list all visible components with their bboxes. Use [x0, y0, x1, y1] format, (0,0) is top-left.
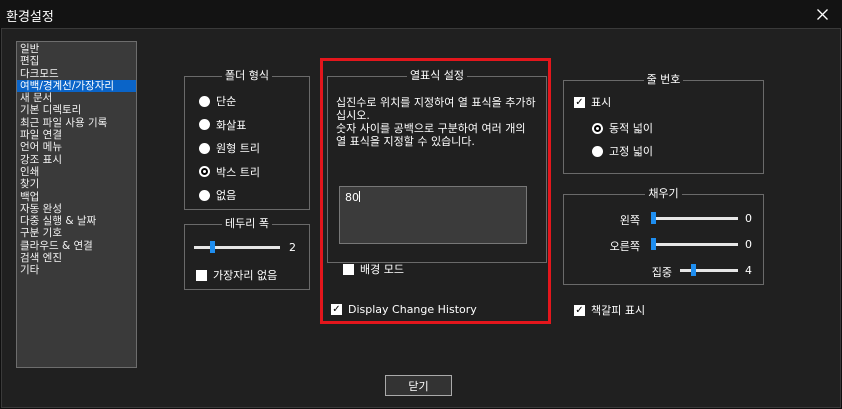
radio-button[interactable]: [199, 119, 210, 130]
radio-button[interactable]: [199, 166, 210, 177]
line-numbers-title: 줄 번호: [643, 73, 684, 86]
slider-track: [651, 217, 738, 220]
category-item[interactable]: 백업: [17, 191, 136, 203]
folder-style-option-label: 단순: [216, 95, 237, 108]
bookmark-label: 책갈피 표시: [591, 304, 646, 317]
category-item[interactable]: 새 문서: [17, 92, 136, 104]
radio-button[interactable]: [199, 189, 210, 201]
bookmark-checkbox-row[interactable]: ✓ 책갈피 표시: [574, 302, 645, 318]
no-edge-checkbox-row[interactable]: 가장자리 없음: [196, 267, 277, 283]
line-numbers-option-label: 고정 넓이: [609, 145, 653, 158]
radio-button[interactable]: [592, 122, 603, 134]
category-item[interactable]: 클라우드 & 연결: [17, 240, 136, 252]
category-item[interactable]: 기본 디렉토리: [17, 104, 136, 116]
folder-style-option[interactable]: 없음: [199, 187, 236, 203]
padding-left-label: 왼쪽: [619, 214, 640, 227]
slider-track: [194, 246, 280, 249]
slider-thumb[interactable]: [210, 241, 216, 253]
slider-track: [680, 269, 738, 272]
category-item[interactable]: 기타: [17, 264, 136, 276]
slider-thumb[interactable]: [690, 264, 696, 276]
no-edge-checkbox[interactable]: [196, 269, 207, 281]
line-numbers-show-label: 표시: [591, 96, 612, 109]
title-bar: 환경설정: [0, 0, 842, 28]
folder-style-option-label: 박스 트리: [216, 165, 260, 179]
category-item[interactable]: 검색 엔진: [17, 252, 136, 264]
category-item[interactable]: 다크모드: [17, 68, 136, 80]
slider-thumb[interactable]: [651, 212, 656, 224]
no-edge-label: 가장자리 없음: [213, 269, 278, 282]
border-width-value: 2: [289, 241, 296, 254]
category-item[interactable]: 편집: [17, 55, 136, 67]
highlight-frame: [320, 58, 551, 324]
line-numbers-option[interactable]: 고정 넓이: [592, 143, 653, 159]
category-list[interactable]: 일반 편집 다크모드 여백/경계선/가장자리 새 문서 기본 디렉토리 최근 파일 사용 기…: [16, 41, 137, 368]
category-item[interactable]: 일반: [17, 43, 136, 55]
focus-label: 집중: [651, 266, 672, 279]
folder-style-option-label: 원형 트리: [216, 142, 260, 155]
folder-style-option[interactable]: 화살표: [199, 117, 246, 133]
folder-style-title: 폴더 형식: [222, 69, 272, 82]
focus-slider[interactable]: [680, 264, 738, 276]
padding-right-value: 0: [745, 238, 752, 251]
category-item[interactable]: 인쇄: [17, 166, 136, 178]
category-item[interactable]: 최근 파일 사용 기록: [17, 117, 136, 129]
category-item[interactable]: 다중 실행 & 날짜: [17, 215, 136, 227]
folder-style-option[interactable]: 단순: [199, 93, 236, 109]
category-item[interactable]: 파일 연결: [17, 129, 136, 141]
padding-title: 채우기: [645, 187, 682, 200]
radio-button[interactable]: [199, 95, 210, 107]
slider-thumb[interactable]: [651, 238, 656, 250]
close-icon: [816, 8, 828, 20]
padding-right-slider[interactable]: [651, 238, 738, 250]
line-numbers-option-label: 동적 넓이: [609, 122, 653, 135]
folder-style-option[interactable]: 박스 트리: [199, 164, 260, 180]
radio-button[interactable]: [592, 145, 603, 157]
category-item[interactable]: 언어 메뉴: [17, 141, 136, 153]
close-window-button[interactable]: [802, 0, 842, 28]
folder-style-option[interactable]: 원형 트리: [199, 140, 260, 156]
padding-right-label: 오른쪽: [609, 240, 640, 253]
border-width-slider[interactable]: [194, 241, 280, 253]
line-numbers-show-row[interactable]: ✓ 표시: [574, 94, 611, 110]
border-width-title: 테두리 폭: [222, 217, 272, 230]
slider-track: [651, 243, 738, 246]
category-item[interactable]: 여백/경계선/가장자리: [17, 79, 136, 93]
category-item[interactable]: 찾기: [17, 178, 136, 190]
padding-left-value: 0: [745, 212, 752, 225]
category-item[interactable]: 강조 표시: [17, 154, 136, 166]
line-numbers-option[interactable]: 동적 넓이: [592, 120, 653, 136]
folder-style-option-label: 없음: [216, 189, 237, 202]
window-title: 환경설정: [6, 10, 54, 25]
close-button[interactable]: 닫기: [385, 375, 452, 396]
category-item[interactable]: 자동 완성: [17, 203, 136, 215]
padding-left-slider[interactable]: [651, 212, 738, 224]
folder-style-option-label: 화살표: [216, 118, 247, 132]
radio-button[interactable]: [199, 142, 210, 154]
focus-value: 4: [745, 264, 752, 277]
line-numbers-show-checkbox[interactable]: ✓: [574, 96, 585, 108]
category-item[interactable]: 구분 기호: [17, 227, 136, 239]
bookmark-checkbox[interactable]: ✓: [574, 304, 585, 316]
